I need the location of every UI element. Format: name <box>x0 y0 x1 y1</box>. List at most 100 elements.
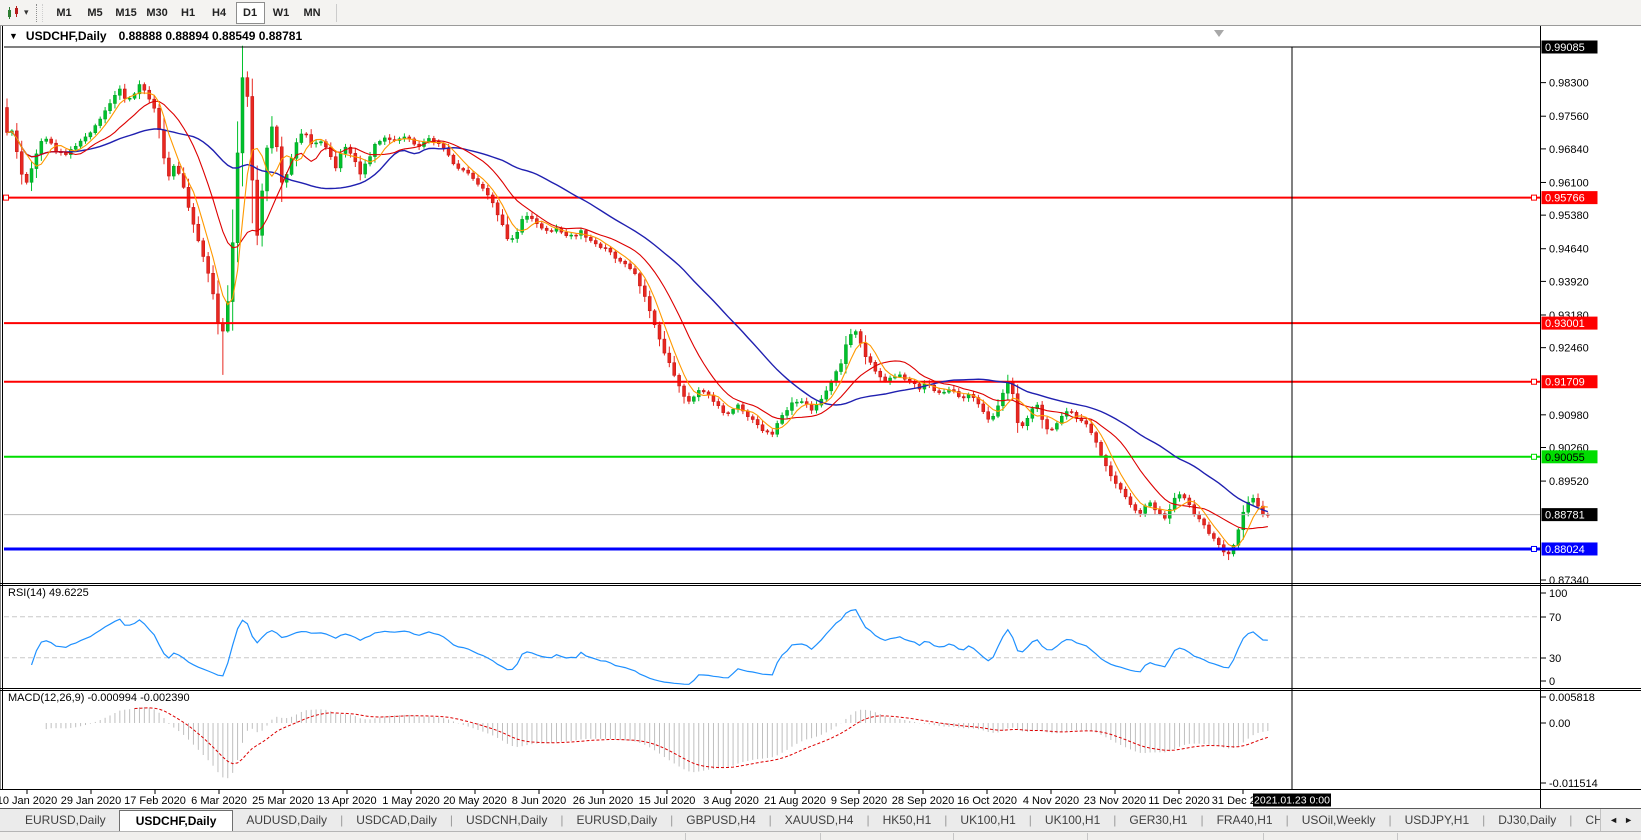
status-separator <box>1263 833 1264 840</box>
price-tick-label: 0.98300 <box>1549 78 1589 90</box>
rsi-panel <box>4 609 1540 685</box>
price-badge-label: 0.88024 <box>1545 544 1585 556</box>
timeframe-button-d1[interactable]: D1 <box>235 1 265 24</box>
status-separator <box>1397 833 1398 840</box>
candles-layer <box>5 45 1270 561</box>
application-window: ▾ M1 M5 M15 M30 H1 H4 D1 W1 MN 0.98300 0.97560 0.9… <box>0 0 1641 840</box>
macd-scale-label: 0.005818 <box>1549 692 1595 704</box>
tab-china300-h1[interactable]: CHINA300,H1 <box>1572 809 1600 831</box>
price-tick-label: 0.93920 <box>1549 276 1589 288</box>
tab-audusd-daily[interactable]: AUDUSD,Daily <box>233 809 340 831</box>
price-badge-label: 0.90055 <box>1545 452 1585 464</box>
price-badge-label: 0.95766 <box>1545 193 1585 205</box>
price-axis: 0.98300 0.97560 0.96840 0.96100 0.95380 0.946… <box>1541 78 1598 790</box>
chart-canvas[interactable]: 0.98300 0.97560 0.96840 0.96100 0.95380 0.946… <box>0 26 1641 808</box>
date-tick-label: 25 Mar 2020 <box>252 795 314 807</box>
candlestick-tool-icon <box>8 5 18 19</box>
date-tick-label: 1 May 2020 <box>382 795 439 807</box>
dropdown-arrow-icon: ▾ <box>24 7 29 17</box>
date-tick-label: 21 Aug 2020 <box>764 795 826 807</box>
tab-usdchf-daily[interactable]: USDCHF,Daily <box>118 810 234 831</box>
tab-dj30-daily[interactable]: DJ30,Daily <box>1485 809 1569 831</box>
timeframe-button-m1[interactable]: M1 <box>50 2 79 24</box>
date-tick-label: 4 Nov 2020 <box>1023 795 1079 807</box>
chart-title: ▼ USDCHF,Daily 0.88888 0.88894 0.88549 0.8… <box>9 29 302 43</box>
ma-slow-line <box>6 128 1269 513</box>
tabs-scroll-left-icon[interactable]: ◄ <box>1609 815 1618 825</box>
price-tick-label: 0.95380 <box>1549 210 1589 222</box>
date-tick-label: 6 Mar 2020 <box>191 795 247 807</box>
tab-uk100-h1[interactable]: UK100,H1 <box>1032 809 1113 831</box>
date-tick-label: 10 Jan 2020 <box>0 795 57 807</box>
price-badge-support-blue: 0.88024 <box>1541 542 1598 556</box>
hline-anchor[interactable] <box>1531 545 1537 552</box>
tab-scroll-arrows: ◄ ► <box>1600 809 1641 831</box>
tab-hk50-h1[interactable]: HK50,H1 <box>870 809 945 831</box>
date-tick-label: 16 Oct 2020 <box>957 795 1017 807</box>
timeframe-button-h1[interactable]: H1 <box>174 2 203 24</box>
vline-date-badge: 2021.01.23 0:00 <box>1253 793 1331 807</box>
symbol-dropdown-icon[interactable]: ▼ <box>9 31 18 41</box>
hline-anchor[interactable] <box>1531 453 1537 460</box>
price-badge-high-line: 0.99085 <box>1541 40 1598 54</box>
date-tick-label: 20 May 2020 <box>443 795 507 807</box>
ma-fast-line <box>6 92 1268 548</box>
timeframe-button-m30[interactable]: M30 <box>143 2 172 24</box>
price-tick-label: 0.89520 <box>1549 476 1589 488</box>
macd-panel <box>45 707 1269 779</box>
rsi-scale-label: 0 <box>1549 676 1555 688</box>
timeframe-button-h4[interactable]: H4 <box>205 2 234 24</box>
date-tick-label: 13 Apr 2020 <box>317 795 376 807</box>
tab-xauusd-h4[interactable]: XAUUSD,H4 <box>772 809 867 831</box>
chart-tool-button[interactable]: ▾ <box>3 4 32 22</box>
status-separator <box>685 833 686 840</box>
hline-anchor[interactable] <box>1531 194 1537 201</box>
date-tick-label: 15 Jul 2020 <box>639 795 696 807</box>
moving-averages-layer <box>6 92 1269 548</box>
date-tick-label: 9 Sep 2020 <box>831 795 887 807</box>
timeframe-button-mn[interactable]: MN <box>298 2 327 24</box>
price-tick-label: 0.94640 <box>1549 244 1589 256</box>
status-separator <box>953 833 954 840</box>
tab-eurusd-daily[interactable]: EURUSD,Daily <box>563 809 670 831</box>
tab-usdjpy-h1[interactable]: USDJPY,H1 <box>1392 809 1482 831</box>
price-tick-label: 0.96100 <box>1549 177 1589 189</box>
hline-anchor[interactable] <box>3 194 9 201</box>
chart-tabs: EURUSD,Daily USDCHF,Daily AUDUSD,Daily | USD… <box>0 809 1600 831</box>
tab-fra40-h1[interactable]: FRA40,H1 <box>1204 809 1286 831</box>
date-tick-label: 28 Sep 2020 <box>892 795 954 807</box>
tabs-scroll-right-icon[interactable]: ► <box>1624 815 1633 825</box>
tab-uk100-h1[interactable]: UK100,H1 <box>947 809 1028 831</box>
timeframe-button-w1[interactable]: W1 <box>267 2 296 24</box>
timeframe-button-m5[interactable]: M5 <box>81 2 110 24</box>
rsi-scale-label: 100 <box>1549 588 1567 600</box>
macd-label: MACD(12,26,9) -0.000994 -0.002390 <box>8 692 190 704</box>
tab-usdcnh-daily[interactable]: USDCNH,Daily <box>453 809 560 831</box>
tab-eurusd-daily[interactable]: EURUSD,Daily <box>12 809 119 831</box>
tab-usoil-weekly[interactable]: USOil,Weekly <box>1289 809 1389 831</box>
price-badge-current-price-line: 0.88781 <box>1541 508 1598 522</box>
hline-anchor[interactable] <box>1531 378 1537 385</box>
price-tick-label: 0.97560 <box>1549 111 1589 123</box>
toolbar-grip[interactable] <box>35 3 43 22</box>
price-badge-label: 0.91709 <box>1545 377 1585 389</box>
date-tick-label: 8 Jun 2020 <box>512 795 566 807</box>
tab-usdcad-daily[interactable]: USDCAD,Daily <box>343 809 450 831</box>
tab-gbpusd-h4[interactable]: GBPUSD,H4 <box>673 809 768 831</box>
date-tick-label: 29 Jan 2020 <box>61 795 122 807</box>
top-toolbar: ▾ M1 M5 M15 M30 H1 H4 D1 W1 MN <box>0 0 1641 26</box>
price-badge-resistance-1: 0.95766 <box>1541 191 1598 205</box>
symbol-name: USDCHF,Daily <box>25 29 107 43</box>
date-tick-label: 23 Nov 2020 <box>1084 795 1146 807</box>
timeframe-button-m15[interactable]: M15 <box>112 2 141 24</box>
date-tick-label: 17 Feb 2020 <box>124 795 186 807</box>
status-strip <box>0 831 1641 840</box>
tab-ger30-h1[interactable]: GER30,H1 <box>1116 809 1200 831</box>
price-badge-label: 0.99085 <box>1545 42 1585 54</box>
ohlc-values: 0.88888 0.88894 0.88549 0.88781 <box>118 29 303 43</box>
rsi-line <box>30 609 1268 685</box>
macd-scale-label: 0.00 <box>1549 718 1570 730</box>
price-badge-label: 0.88781 <box>1545 510 1585 522</box>
timeframe-buttons: M1 M5 M15 M30 H1 H4 D1 W1 MN <box>49 1 328 24</box>
chart-tab-bar: EURUSD,Daily USDCHF,Daily AUDUSD,Daily | USD… <box>0 808 1641 831</box>
